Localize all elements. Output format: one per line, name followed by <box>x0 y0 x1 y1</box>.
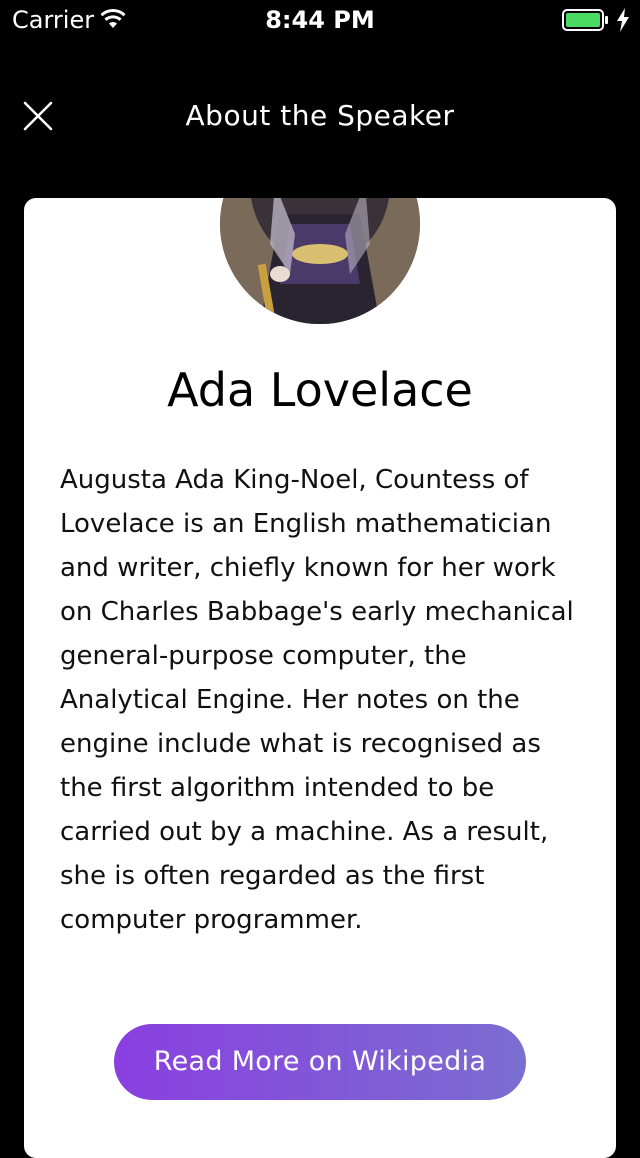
speaker-card: Ada Lovelace Augusta Ada King-Noel, Coun… <box>24 198 616 1158</box>
speaker-bio: Augusta Ada King-Noel, Countess of Lovel… <box>60 465 574 935</box>
status-time: 8:44 PM <box>265 6 375 34</box>
page-title: About the Speaker <box>185 99 455 132</box>
status-bar: Carrier 8:44 PM <box>0 0 640 40</box>
read-more-wikipedia-button[interactable]: Read More on Wikipedia <box>114 1024 526 1100</box>
charging-bolt-icon <box>616 8 630 32</box>
speaker-name: Ada Lovelace <box>167 363 473 417</box>
speaker-avatar <box>220 198 420 324</box>
battery-icon <box>562 9 610 31</box>
nav-bar: About the Speaker <box>0 40 640 190</box>
